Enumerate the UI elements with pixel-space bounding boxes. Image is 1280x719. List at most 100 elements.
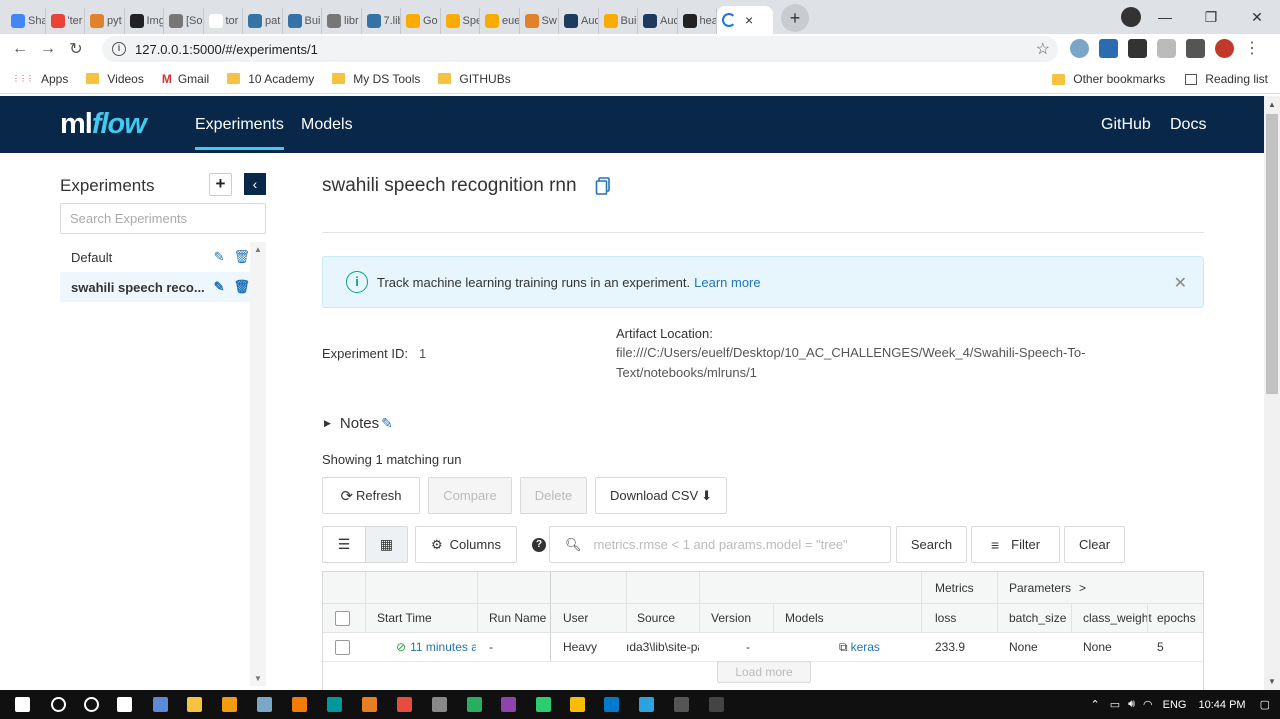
page-scrollbar[interactable]: ▲ ▼ xyxy=(1264,96,1280,690)
scrollbar-thumb[interactable] xyxy=(1266,114,1278,394)
start-time-cell[interactable]: ⊘ 11 minutes ag xyxy=(396,633,476,661)
close-icon[interactable]: ✕ xyxy=(1174,273,1187,293)
avatar[interactable] xyxy=(1215,39,1234,58)
start-time-link[interactable]: 11 minutes ag xyxy=(410,640,476,654)
wifi-icon[interactable]: ◠ xyxy=(1143,698,1153,711)
browser-tab[interactable]: Buil xyxy=(283,8,322,34)
chevron-up-icon[interactable]: ⌃ xyxy=(1090,698,1099,711)
browser-tab[interactable]: Sw xyxy=(520,8,559,34)
col-version[interactable]: Version xyxy=(711,604,751,632)
bookmark-folder[interactable]: My DS Tools xyxy=(332,72,420,86)
reload-icon[interactable]: ↻ xyxy=(62,39,90,59)
bookmark-apps[interactable]: ⋮⋮⋮ Apps xyxy=(12,72,68,86)
chrome-icon[interactable] xyxy=(570,697,585,712)
select-all-checkbox[interactable] xyxy=(335,610,350,626)
camera-icon[interactable] xyxy=(1157,39,1176,58)
mlflow-logo[interactable]: mlflow xyxy=(60,108,147,141)
refresh-button[interactable]: ⟳ Refresh xyxy=(322,477,420,514)
volume-icon[interactable]: 🔊︎ xyxy=(1128,698,1135,711)
app-icon[interactable] xyxy=(153,697,168,712)
browser-tab[interactable]: Img xyxy=(125,8,164,34)
microphone-icon[interactable] xyxy=(397,697,412,712)
edit-notes-icon[interactable]: ✎ xyxy=(381,415,393,432)
app-icon[interactable] xyxy=(501,697,516,712)
grid-view-button[interactable]: ▦ xyxy=(365,526,408,563)
browser-tab[interactable]: tor xyxy=(204,8,243,34)
browser-tab[interactable]: Aud xyxy=(638,8,678,34)
bookmark-folder[interactable]: 10 Academy xyxy=(227,72,314,86)
collapse-sidebar-button[interactable]: ‹ xyxy=(244,173,266,195)
vlc-icon[interactable] xyxy=(292,697,307,712)
col-class-weight[interactable]: class_weight xyxy=(1083,604,1152,632)
delete-button[interactable]: Delete xyxy=(520,477,587,514)
puzzle-icon[interactable] xyxy=(1186,39,1205,58)
terminal-icon[interactable] xyxy=(674,697,689,712)
cortana-icon[interactable] xyxy=(84,697,99,712)
col-models[interactable]: Models xyxy=(785,604,824,632)
filter-button[interactable]: ≡ Filter xyxy=(971,526,1060,563)
new-tab-button[interactable]: + xyxy=(781,4,809,32)
browser-tab[interactable]: Bui xyxy=(599,8,638,34)
browser-tab[interactable]: pyt xyxy=(85,8,125,34)
browser-tab[interactable]: pat xyxy=(243,8,283,34)
extension-icon[interactable] xyxy=(1099,39,1118,58)
reading-list[interactable]: Reading list xyxy=(1205,72,1268,86)
col-batch-size[interactable]: batch_size xyxy=(1009,604,1066,632)
col-run-name[interactable]: Run Name xyxy=(489,604,546,632)
vscode-icon[interactable] xyxy=(604,697,619,712)
params-group-header[interactable]: Parameters > xyxy=(1009,572,1086,603)
other-bookmarks[interactable]: Other bookmarks xyxy=(1073,72,1165,86)
url-field[interactable]: i 127.0.0.1:5000/#/experiments/1 ☆ xyxy=(102,36,1058,62)
site-info-icon[interactable]: i xyxy=(112,42,126,56)
close-window-icon[interactable]: ✕ xyxy=(1234,9,1280,26)
add-experiment-button[interactable]: + xyxy=(209,173,232,196)
browser-tab[interactable]: libr xyxy=(322,8,362,34)
back-icon[interactable]: ← xyxy=(6,40,34,58)
table-row[interactable]: ⊘ 11 minutes ag - Heavy ıda3\lib\site-pa… xyxy=(323,633,1203,662)
media-control-icon[interactable] xyxy=(1121,7,1141,27)
browser-tab[interactable]: Go xyxy=(401,8,441,34)
app-icon[interactable] xyxy=(709,697,724,712)
browser-tab[interactable]: Aud xyxy=(559,8,599,34)
learn-more-link[interactable]: Learn more xyxy=(694,275,760,290)
nav-docs[interactable]: Docs xyxy=(1170,116,1206,134)
col-user[interactable]: User xyxy=(563,604,588,632)
extension-icon[interactable] xyxy=(1070,39,1089,58)
download-csv-button[interactable]: Download CSV ⬇ xyxy=(595,477,727,514)
telegram-icon[interactable] xyxy=(639,697,654,712)
bookmark-folder[interactable]: GITHUBs xyxy=(438,72,511,86)
clock[interactable]: 10:44 PM xyxy=(1199,699,1246,711)
experiment-search-input[interactable] xyxy=(60,203,266,234)
trash-icon[interactable]: 🗑 xyxy=(233,249,250,265)
sidebar-item-swahili[interactable]: swahili speech reco... ✎ 🗑 xyxy=(60,272,250,302)
file-explorer-icon[interactable] xyxy=(187,697,202,712)
sidebar-item-default[interactable]: Default ✎ 🗑 xyxy=(60,242,250,272)
row-checkbox[interactable] xyxy=(335,639,350,655)
sidebar-scrollbar[interactable]: ▲ ▼ xyxy=(250,242,266,686)
scroll-down-icon[interactable]: ▼ xyxy=(254,674,262,683)
browser-tab[interactable]: 'ter xyxy=(46,8,85,34)
load-more-button[interactable]: Load more xyxy=(717,661,811,683)
columns-button[interactable]: ⚙ Columns xyxy=(415,526,517,563)
arduino-icon[interactable] xyxy=(327,697,342,712)
edit-icon[interactable]: ✎ xyxy=(214,249,225,265)
trash-icon[interactable]: 🗑 xyxy=(233,279,250,295)
qr-code-icon[interactable] xyxy=(1128,39,1147,58)
notes-toggle[interactable]: ▶ Notes ✎ xyxy=(324,415,393,432)
col-loss[interactable]: loss xyxy=(935,604,956,632)
browser-tab[interactable]: [So xyxy=(164,8,204,34)
browser-tab[interactable]: 7.lib xyxy=(362,8,401,34)
nav-models[interactable]: Models xyxy=(301,116,353,134)
nav-github[interactable]: GitHub xyxy=(1101,116,1151,134)
app-icon[interactable] xyxy=(257,697,272,712)
scroll-down-icon[interactable]: ▼ xyxy=(1268,677,1276,686)
browser-tab[interactable]: Sha xyxy=(6,8,46,34)
windows-start-icon[interactable] xyxy=(15,697,30,712)
col-epochs[interactable]: epochs xyxy=(1157,604,1196,632)
minimize-icon[interactable]: — xyxy=(1142,9,1188,25)
app-icon[interactable] xyxy=(432,697,447,712)
restore-icon[interactable]: ❐ xyxy=(1188,9,1234,26)
model-link[interactable]: keras xyxy=(851,640,880,654)
menu-icon[interactable]: ⋮ xyxy=(1244,39,1260,58)
col-start-time[interactable]: Start Time xyxy=(377,604,432,632)
